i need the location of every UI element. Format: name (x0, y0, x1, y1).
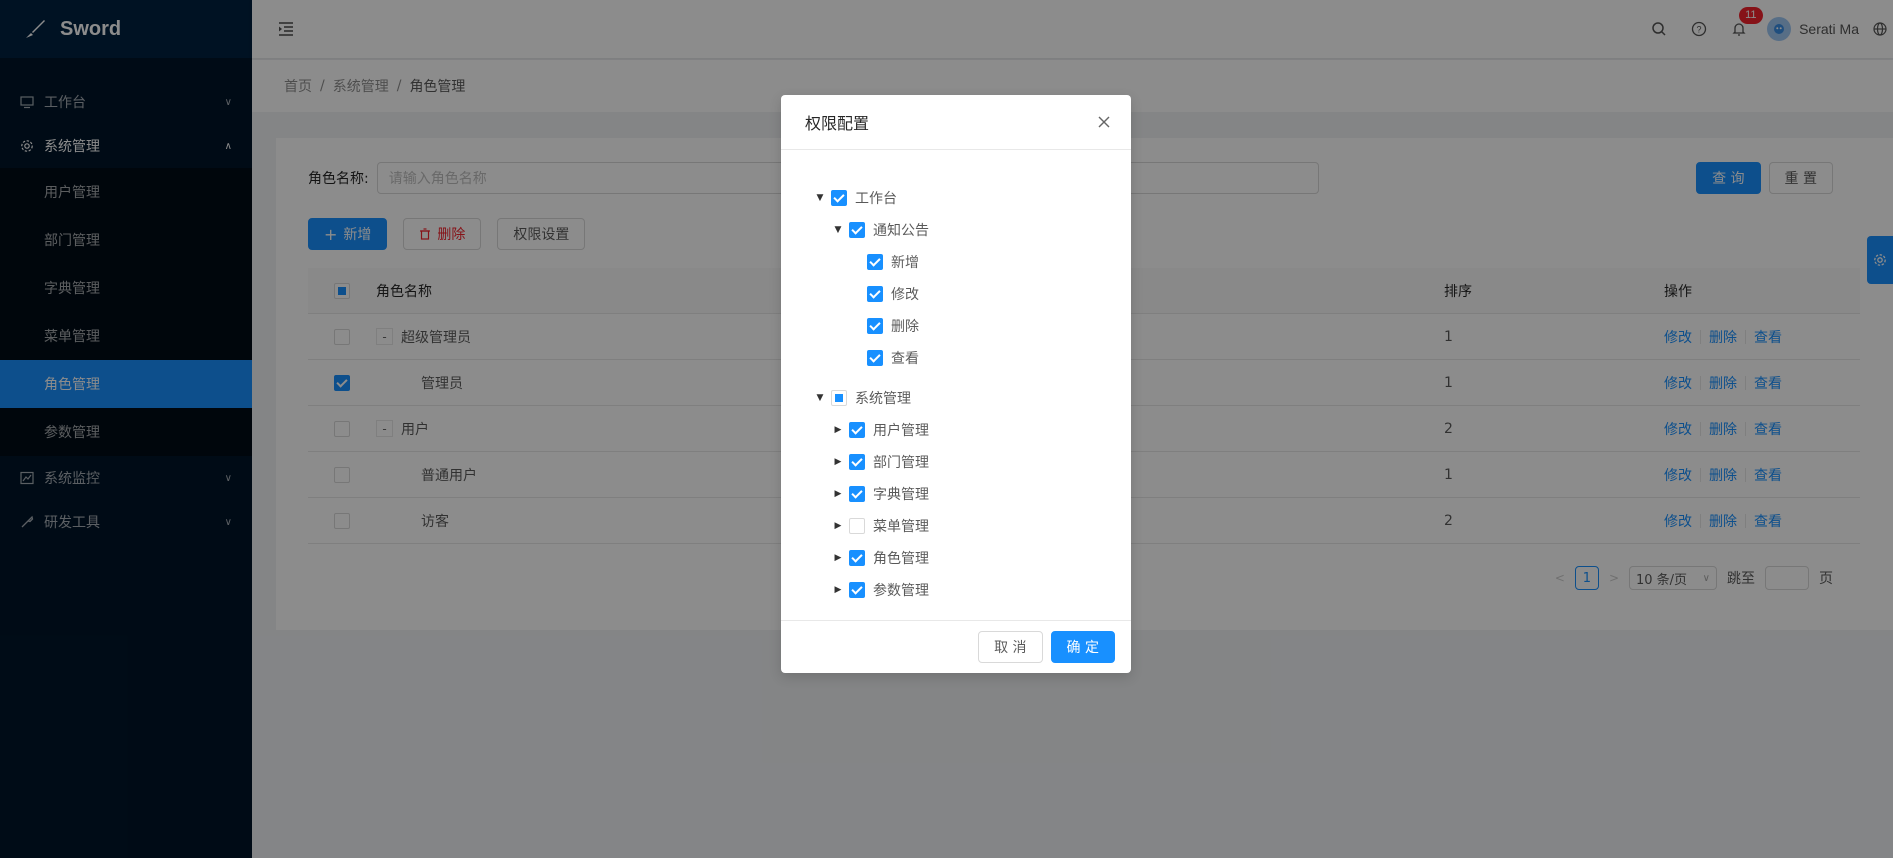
tree-node-menus[interactable]: ▶ 菜单管理 (811, 510, 1131, 542)
modal-title: 权限配置 (805, 114, 870, 133)
caret-right-icon[interactable]: ▶ (829, 457, 847, 467)
tree-node-label: 查看 (891, 351, 919, 367)
tree-node-label: 角色管理 (873, 551, 929, 567)
tree-node-notice-delete[interactable]: 删除 (811, 310, 1131, 342)
permission-modal: 权限配置 ▼ 工作台 ▼ 通知公告 新增 修改 删除 查看 ▼ 系统管理 ▶ 用户管理 … (781, 95, 1131, 673)
tree-node-label: 工作台 (855, 191, 897, 207)
caret-right-icon[interactable]: ▶ (829, 585, 847, 595)
tree-checkbox[interactable] (849, 222, 865, 238)
modal-header: 权限配置 (781, 95, 1131, 150)
tree-checkbox[interactable] (849, 518, 865, 534)
tree-node-notice-add[interactable]: 新增 (811, 246, 1131, 278)
modal-footer: 取 消 确 定 (781, 620, 1131, 673)
tree-node-label: 参数管理 (873, 583, 929, 599)
caret-right-icon[interactable]: ▶ (829, 489, 847, 499)
caret-down-icon[interactable]: ▼ (811, 193, 829, 203)
caret-right-icon[interactable]: ▶ (829, 521, 847, 531)
tree-node-label: 字典管理 (873, 487, 929, 503)
tree-node-notice-view[interactable]: 查看 (811, 342, 1131, 374)
tree-node-label: 通知公告 (873, 223, 929, 239)
tree-node-users[interactable]: ▶ 用户管理 (811, 414, 1131, 446)
tree-node-label: 菜单管理 (873, 519, 929, 535)
tree-node-departments[interactable]: ▶ 部门管理 (811, 446, 1131, 478)
tree-node-params[interactable]: ▶ 参数管理 (811, 574, 1131, 606)
tree-node-label: 修改 (891, 287, 919, 303)
cancel-button[interactable]: 取 消 (978, 631, 1043, 663)
tree-checkbox[interactable] (849, 486, 865, 502)
tree-checkbox[interactable] (849, 454, 865, 470)
tree-node-label: 用户管理 (873, 423, 929, 439)
caret-down-icon[interactable]: ▼ (829, 225, 847, 235)
tree-node-roles[interactable]: ▶ 角色管理 (811, 542, 1131, 574)
tree-node-workbench[interactable]: ▼ 工作台 (811, 182, 1131, 214)
tree-node-dictionary[interactable]: ▶ 字典管理 (811, 478, 1131, 510)
caret-down-icon[interactable]: ▼ (811, 393, 829, 403)
tree-checkbox[interactable] (849, 550, 865, 566)
tree-node-system[interactable]: ▼ 系统管理 (811, 382, 1131, 414)
tree-node-label: 删除 (891, 319, 919, 335)
caret-right-icon[interactable]: ▶ (829, 425, 847, 435)
tree-node-notice-edit[interactable]: 修改 (811, 278, 1131, 310)
tree-node-notice[interactable]: ▼ 通知公告 (811, 214, 1131, 246)
tree-checkbox[interactable] (867, 318, 883, 334)
tree-checkbox[interactable] (867, 254, 883, 270)
tree-checkbox[interactable] (831, 390, 847, 406)
ok-button[interactable]: 确 定 (1050, 631, 1115, 663)
tree-checkbox[interactable] (867, 286, 883, 302)
tree-node-label: 部门管理 (873, 455, 929, 471)
tree-node-label: 系统管理 (855, 391, 911, 407)
tree-checkbox[interactable] (849, 582, 865, 598)
permission-tree: ▼ 工作台 ▼ 通知公告 新增 修改 删除 查看 ▼ 系统管理 ▶ 用户管理 ▶ 部门管理… (781, 150, 1131, 615)
close-icon[interactable] (1095, 113, 1113, 131)
tree-checkbox[interactable] (849, 422, 865, 438)
tree-checkbox[interactable] (867, 350, 883, 366)
caret-right-icon[interactable]: ▶ (829, 553, 847, 563)
tree-node-label: 新增 (891, 255, 919, 271)
tree-checkbox[interactable] (831, 190, 847, 206)
